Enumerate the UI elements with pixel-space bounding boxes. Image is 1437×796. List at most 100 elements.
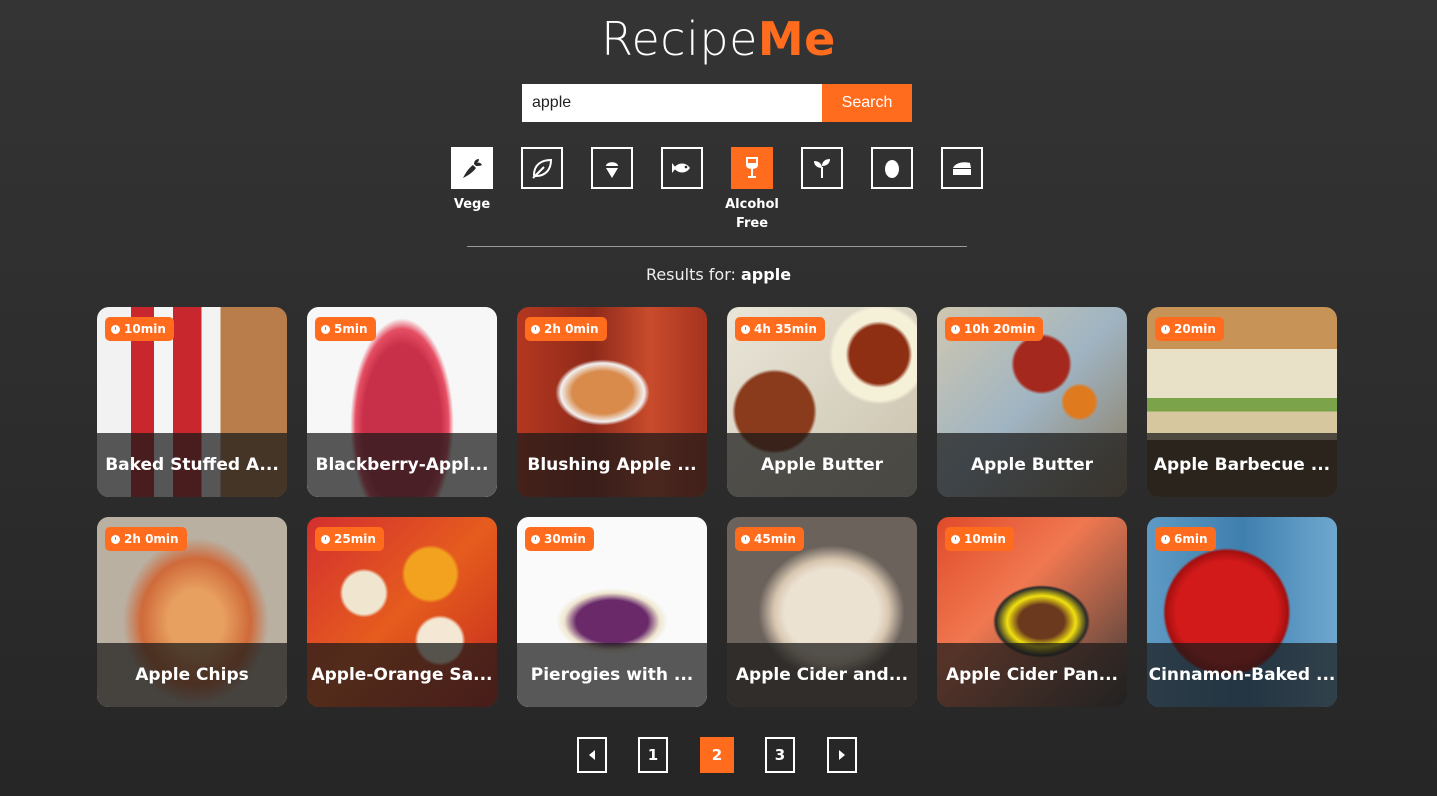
sprout-icon	[814, 159, 830, 178]
filter-vegan[interactable]	[521, 147, 563, 189]
recipe-title: Apple Cider and...	[727, 643, 917, 707]
filter-fish-free[interactable]	[661, 147, 703, 189]
clock-icon	[1161, 324, 1170, 334]
recipe-card[interactable]: 10min Baked Stuffed A...	[97, 307, 287, 497]
recipe-title: Apple Cider Pan...	[937, 643, 1127, 707]
filter-organic[interactable]	[801, 147, 843, 189]
filter-dairy[interactable]	[941, 147, 983, 189]
results-query: apple	[741, 265, 792, 284]
prev-page-button[interactable]	[577, 737, 607, 773]
logo-recipe-text: Recipe	[601, 12, 758, 66]
recipe-title: Blushing Apple ...	[517, 433, 707, 497]
filter-dairy-free-toggle[interactable]	[591, 147, 633, 189]
page-button-3[interactable]: 3	[765, 737, 795, 773]
filter-organic-toggle[interactable]	[801, 147, 843, 189]
filter-vegan-toggle[interactable]	[521, 147, 563, 189]
recipe-title: Pierogies with ...	[517, 643, 707, 707]
cook-time-text: 45min	[754, 532, 796, 546]
clock-icon	[321, 324, 330, 334]
cook-time-text: 10min	[124, 322, 166, 336]
recipe-card[interactable]: 25min Apple-Orange Sa...	[307, 517, 497, 707]
recipe-title: Apple Chips	[97, 643, 287, 707]
clock-icon	[951, 534, 960, 544]
cheese-icon	[953, 162, 971, 175]
cook-time-badge: 20min	[1155, 317, 1224, 341]
carrot-icon	[463, 159, 482, 178]
diet-filters: Vege Alcohol Free	[451, 147, 991, 237]
filter-dairy-free[interactable]	[591, 147, 633, 189]
clock-icon	[111, 534, 120, 544]
cook-time-badge: 45min	[735, 527, 804, 551]
chevron-left-icon	[589, 750, 595, 760]
cook-time-text: 2h 0min	[124, 532, 179, 546]
recipe-card[interactable]: 6min Cinnamon-Baked ...	[1147, 517, 1337, 707]
filter-alcohol-free[interactable]: Alcohol Free	[725, 147, 779, 231]
recipe-card[interactable]: 30min Pierogies with ...	[517, 517, 707, 707]
recipe-title: Apple Butter	[727, 433, 917, 497]
cook-time-text: 30min	[544, 532, 586, 546]
filter-egg-free[interactable]	[871, 147, 913, 189]
page-button-2[interactable]: 2	[700, 737, 734, 773]
recipe-card[interactable]: 10min Apple Cider Pan...	[937, 517, 1127, 707]
wine-glass-icon	[746, 157, 758, 178]
divider	[467, 246, 967, 247]
egg-icon	[885, 160, 899, 178]
filter-vege-toggle[interactable]	[451, 147, 493, 189]
recipe-card[interactable]: 2h 0min Blushing Apple ...	[517, 307, 707, 497]
filter-fish-free-toggle[interactable]	[661, 147, 703, 189]
cook-time-badge: 10min	[105, 317, 174, 341]
recipe-title: Baked Stuffed A...	[97, 433, 287, 497]
recipe-card[interactable]: 45min Apple Cider and...	[727, 517, 917, 707]
cook-time-text: 2h 0min	[544, 322, 599, 336]
cook-time-badge: 25min	[315, 527, 384, 551]
cook-time-badge: 10h 20min	[945, 317, 1044, 341]
recipe-card[interactable]: 20min Apple Barbecue ...	[1147, 307, 1337, 497]
chevron-right-icon	[839, 750, 845, 760]
cook-time-text: 20min	[1174, 322, 1216, 336]
next-page-button[interactable]	[827, 737, 857, 773]
search-input[interactable]	[522, 84, 822, 122]
cook-time-text: 5min	[334, 322, 368, 336]
fish-icon	[672, 163, 690, 173]
filter-egg-free-toggle[interactable]	[871, 147, 913, 189]
recipe-card[interactable]: 4h 35min Apple Butter	[727, 307, 917, 497]
recipe-title: Cinnamon-Baked ...	[1147, 643, 1337, 707]
cook-time-badge: 2h 0min	[525, 317, 607, 341]
leaf-icon	[532, 158, 553, 179]
clock-icon	[741, 324, 750, 334]
cook-time-text: 25min	[334, 532, 376, 546]
cook-time-text: 10h 20min	[964, 322, 1036, 336]
cook-time-text: 6min	[1174, 532, 1208, 546]
cook-time-badge: 5min	[315, 317, 376, 341]
filter-vege-label: Vege	[453, 197, 491, 212]
clock-icon	[741, 534, 750, 544]
results-prefix: Results for:	[645, 265, 736, 284]
filter-vege[interactable]: Vege	[451, 147, 493, 212]
clock-icon	[951, 324, 960, 334]
filter-alcohol-free-label: Alcohol Free	[725, 197, 779, 231]
search-bar: Search	[522, 84, 912, 122]
search-button[interactable]: Search	[822, 84, 912, 122]
clock-icon	[111, 324, 120, 334]
recipe-title: Apple Butter	[937, 433, 1127, 497]
recipe-title: Apple Barbecue ...	[1147, 433, 1337, 497]
cook-time-badge: 6min	[1155, 527, 1216, 551]
filter-dairy-toggle[interactable]	[941, 147, 983, 189]
cook-time-text: 10min	[964, 532, 1006, 546]
clock-icon	[1161, 534, 1170, 544]
cook-time-badge: 30min	[525, 527, 594, 551]
recipe-title: Blackberry-Appl...	[307, 433, 497, 497]
recipe-card[interactable]: 2h 0min Apple Chips	[97, 517, 287, 707]
cook-time-badge: 2h 0min	[105, 527, 187, 551]
app-logo: RecipeMe	[0, 10, 1437, 68]
filter-alcohol-free-toggle[interactable]	[731, 147, 773, 189]
logo-me-text: Me	[757, 12, 836, 66]
cook-time-badge: 10min	[945, 527, 1014, 551]
clock-icon	[531, 324, 540, 334]
cook-time-text: 4h 35min	[754, 322, 817, 336]
recipe-card[interactable]: 10h 20min Apple Butter	[937, 307, 1127, 497]
clock-icon	[321, 534, 330, 544]
clock-icon	[531, 534, 540, 544]
recipe-card[interactable]: 5min Blackberry-Appl...	[307, 307, 497, 497]
page-button-1[interactable]: 1	[638, 737, 668, 773]
